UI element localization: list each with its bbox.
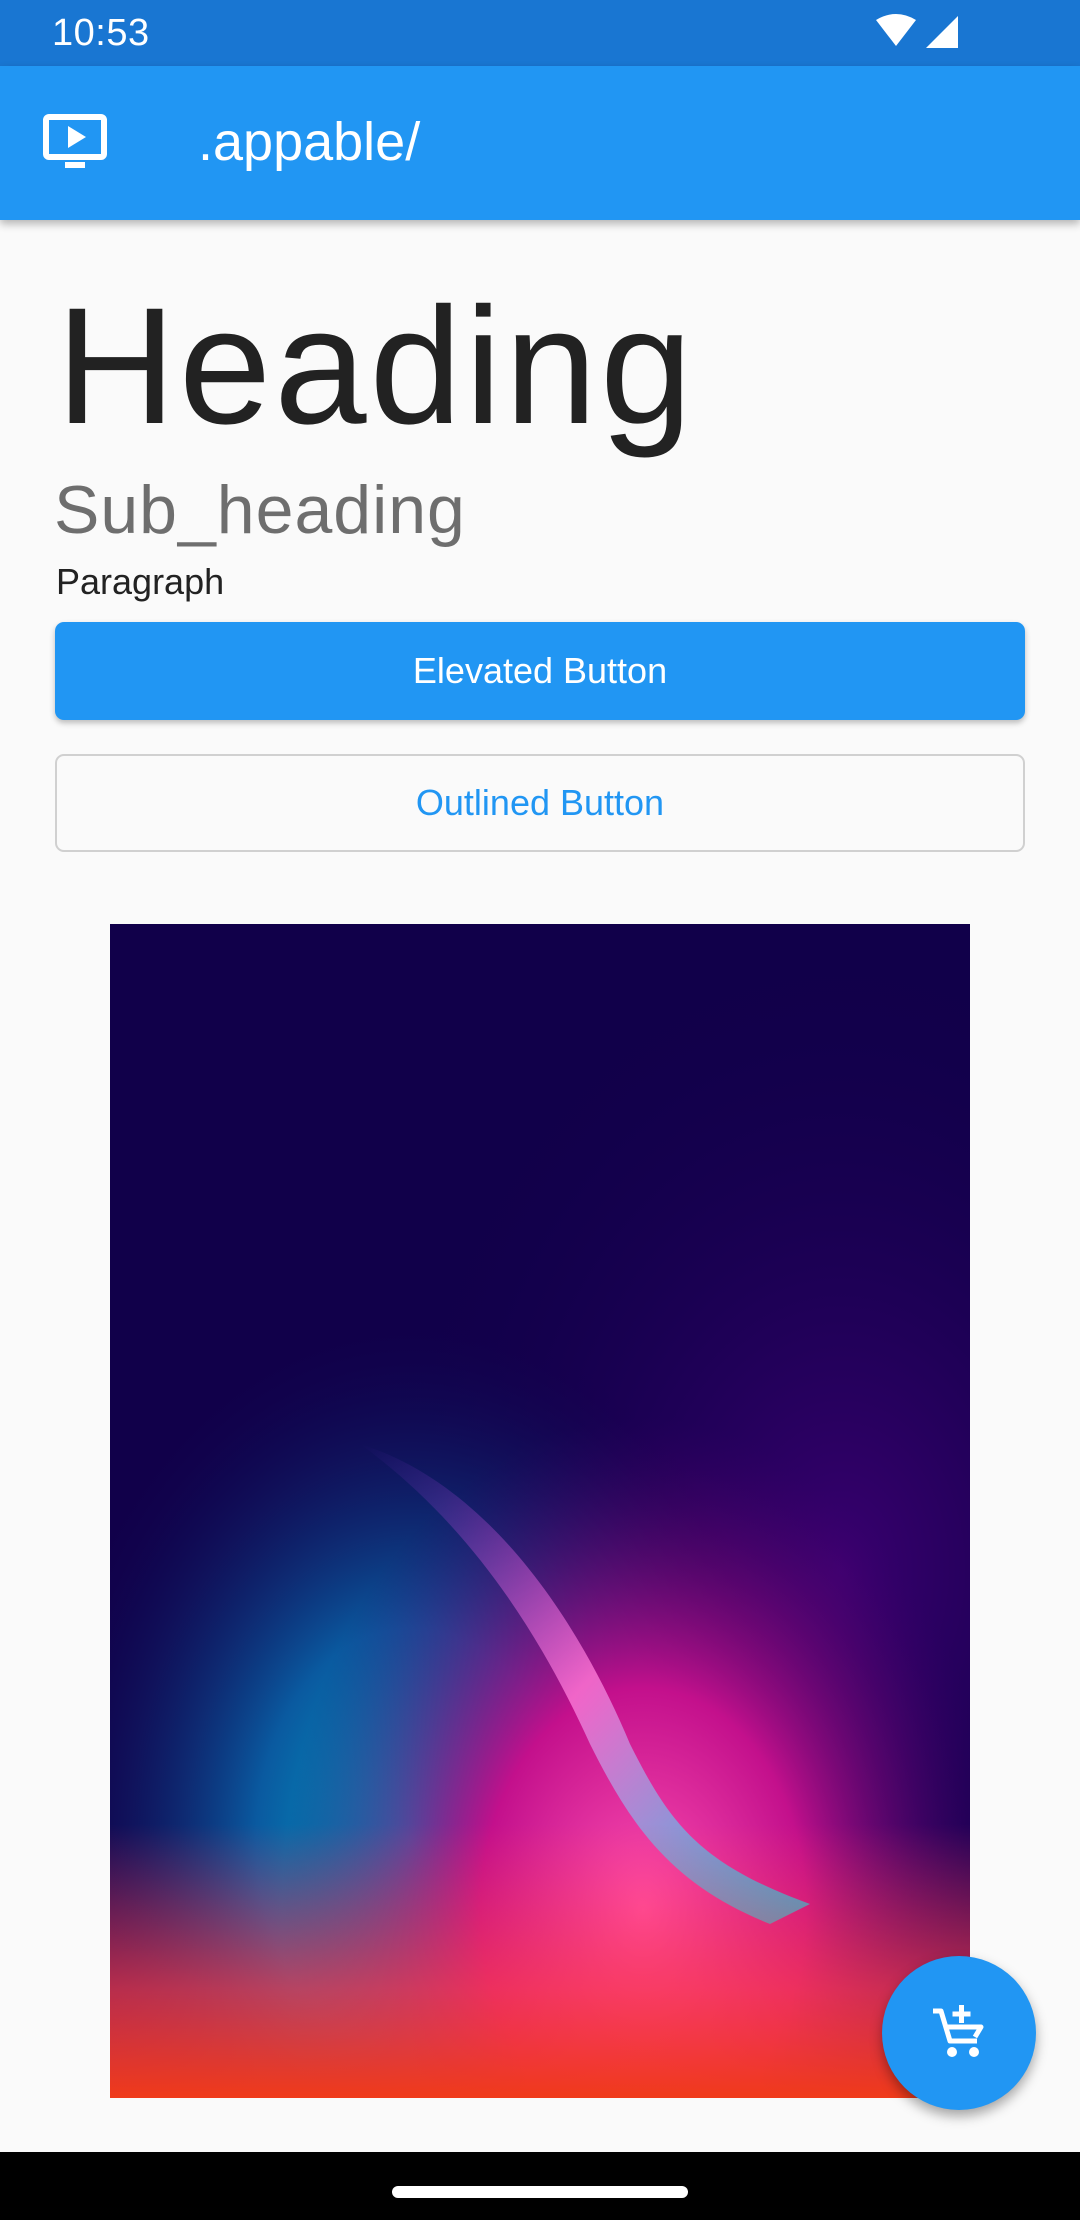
add-to-cart-fab[interactable] <box>882 1956 1036 2110</box>
cast-screen-icon[interactable] <box>43 114 107 172</box>
cellular-signal-icon <box>926 16 958 48</box>
status-time: 10:53 <box>52 12 150 54</box>
wallpaper-image <box>110 924 970 2098</box>
sub-heading-text: Sub_heading <box>54 472 466 548</box>
home-gesture-handle[interactable] <box>392 2186 688 2198</box>
paragraph-text: Paragraph <box>56 561 225 602</box>
heading-text: Heading <box>56 274 696 459</box>
add-shopping-cart-icon <box>933 2005 984 2057</box>
wallpaper-graphic <box>110 924 970 2098</box>
status-icons <box>876 14 958 48</box>
navigation-bar <box>0 2152 1080 2220</box>
outlined-button[interactable]: Outlined Button <box>55 754 1025 852</box>
wifi-icon <box>876 14 916 46</box>
status-bar: 10:53 <box>0 0 1080 66</box>
elevated-button[interactable]: Elevated Button <box>55 622 1025 720</box>
app-bar: .appable/ <box>0 66 1080 220</box>
app-title: .appable/ <box>198 112 421 172</box>
